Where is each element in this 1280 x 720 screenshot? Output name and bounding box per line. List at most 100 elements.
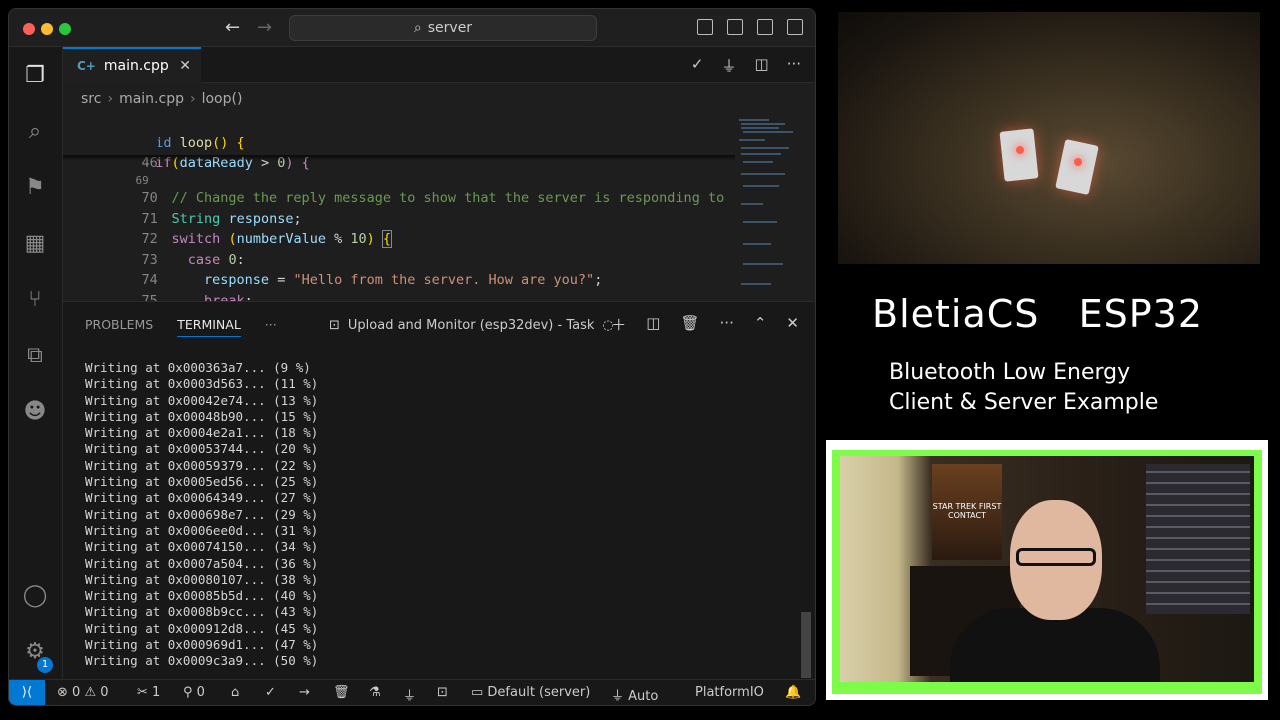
clean-icon[interactable]: 🗑 [333,685,350,700]
terminal-line: Writing at 0x0004e2a1... (18 %) [85,425,319,441]
breadcrumb-folder[interactable]: src [81,91,101,107]
line-75[interactable]: 75 break; [63,271,253,309]
webcam-frame: STAR TREK FIRST CONTACT [826,440,1268,700]
remote-indicator-icon[interactable]: ⟩⟨ [9,680,45,705]
ports-status[interactable]: ⚲ 0 [183,685,205,700]
glasses [1016,548,1096,566]
subtitle-line-2: Client & Server Example [889,390,1159,415]
esp32-board-right [1055,139,1099,195]
home-icon[interactable]: ⌂ [231,685,239,700]
tab-main-cpp[interactable]: C+ main.cpp ✕ [63,47,201,83]
code-editor[interactable]: 44void loop() { 46 if(dataReady > 0) { 6… [63,113,743,309]
maximize-window-button[interactable] [59,23,71,35]
led-right [1074,158,1082,166]
terminal-status-icon[interactable]: ⊡ [437,685,448,700]
build-icon[interactable]: ✓ [265,685,276,700]
build-check-icon[interactable]: ✓ [691,55,704,76]
sticky-scroll-shadow [63,155,743,161]
tab-problems[interactable]: PROBLEMS [85,317,153,337]
video-subtitle: Bluetooth Low Energy Client & Server Exa… [889,358,1158,418]
title-bar: ← → ⌕ server [9,9,815,47]
close-panel-icon[interactable]: ✕ [786,314,799,335]
panel-more-icon[interactable]: ··· [265,317,277,337]
panel-actions: ＋ ◫ 🗑 ··· ⌃ ✕ [611,314,799,335]
command-center-search[interactable]: ⌕ server [289,15,597,41]
settings-badge: 1 [37,657,53,673]
problems-status[interactable]: ⊗ 0 ⚠ 0 [57,685,109,700]
terminal-line: Writing at 0x00074150... (34 %) [85,539,319,555]
bookmark-icon[interactable]: ⚑ [22,175,48,201]
line-72[interactable]: 72 switch (numberValue % 10) { [63,209,393,248]
subtitle-line-1: Bluetooth Low Energy [889,360,1131,385]
tab-label: main.cpp [103,58,169,74]
port-auto-selector[interactable]: ⏚ Auto [611,685,658,704]
toggle-panel-icon[interactable] [727,19,743,35]
terminal-line: Writing at 0x000969d1... (47 %) [85,637,319,653]
device-camera-view [838,12,1260,264]
minimize-window-button[interactable] [41,23,53,35]
tab-terminal[interactable]: TERMINAL [177,317,241,337]
esp32-board-left [999,128,1039,182]
upload-icon[interactable]: → [299,685,310,700]
terminal-line: Writing at 0x00048b90... (15 %) [85,408,319,424]
toggle-sidebar-icon[interactable] [697,19,713,35]
close-window-button[interactable] [23,23,35,35]
more-actions-icon[interactable]: ··· [787,55,801,76]
upload-plug-icon[interactable]: ⏚ [721,55,736,76]
maximize-panel-icon[interactable]: ⌃ [754,314,767,335]
terminal-icon: ⊡ [329,318,340,333]
breadcrumb-symbol[interactable]: loop() [202,91,243,107]
sticky-line-46[interactable]: 46 if(dataReady > 0) { [63,133,310,171]
led-left [1016,146,1024,154]
platformio-status[interactable]: PlatformIO [695,685,764,700]
parts-drawers [1146,464,1250,614]
terminal-line: Writing at 0x000912d8... (45 %) [85,620,319,636]
search-icon[interactable]: ⌕ [22,119,48,145]
terminal-line: Writing at 0x00042e74... (13 %) [85,392,319,408]
back-arrow-icon[interactable]: ← [225,17,240,38]
customize-layout-icon[interactable] [787,19,803,35]
docker-icon[interactable]: ▦ [22,231,48,257]
account-icon[interactable]: ◯ [22,583,48,609]
forward-arrow-icon[interactable]: → [257,17,272,38]
terminal-line: Writing at 0x00053744... (20 %) [85,441,319,457]
new-terminal-icon[interactable]: ＋ [611,314,626,335]
minimap[interactable] [735,113,805,299]
tools-status[interactable]: ✂ 1 [137,685,160,700]
line-74[interactable]: 74 response = "Hello from the server. Ho… [63,250,603,288]
terminal-line: Writing at 0x000363a7... (9 %) [85,360,311,375]
sticky-line-44[interactable]: 44void loop() { [63,113,245,151]
breadcrumb: src › main.cpp › loop() [81,91,242,107]
split-terminal-icon[interactable]: ◫ [646,314,660,335]
panel-more-actions-icon[interactable]: ··· [720,314,734,335]
breadcrumb-file[interactable]: main.cpp [119,91,184,107]
terminal-line: Writing at 0x000698e7... (29 %) [85,506,319,522]
kill-terminal-icon[interactable]: 🗑 [680,314,699,335]
terminal-line: Writing at 0x0003d563... (11 %) [85,376,319,392]
close-tab-icon[interactable]: ✕ [179,58,191,74]
remote-explorer-icon[interactable]: ⧉ [22,343,48,369]
editor-tabs: C+ main.cpp ✕ ✓ ⏚ ◫ ··· [63,47,815,83]
terminal-line: Writing at 0x00059379... (22 %) [85,457,319,473]
task-title-label: Upload and Monitor (esp32dev) - Task [347,318,595,333]
terminal-output[interactable]: Writing at 0x000363a7... (9 %) Writing at… [85,360,318,670]
toggle-secondary-sidebar-icon[interactable] [757,19,773,35]
source-control-icon[interactable]: ⑂ [22,287,48,313]
terminal-line: Writing at 0x00064349... (27 %) [85,490,319,506]
split-editor-icon[interactable]: ◫ [755,55,769,76]
line-73[interactable]: 73 case 0: [63,230,245,268]
platformio-icon[interactable]: ☻ [22,399,48,425]
terminal-scrollbar[interactable] [801,612,811,678]
terminal-task-selector[interactable]: ⊡ Upload and Monitor (esp32dev) - Task ◌ [329,318,614,333]
test-flask-icon[interactable]: ⚗ [369,685,381,700]
notifications-bell-icon[interactable]: 🔔 [785,685,801,700]
terminal-line: Writing at 0x0008b9cc... (43 %) [85,604,319,620]
line-70[interactable]: 70 // Change the reply message to show t… [63,168,725,206]
environment-selector[interactable]: ▭ Default (server) [471,685,590,700]
serial-monitor-icon[interactable]: ⏚ [403,685,416,704]
line-71[interactable]: 71 String response; [63,189,302,227]
explorer-icon[interactable]: ❐ [22,63,48,89]
terminal-line: Writing at 0x0005ed56... (25 %) [85,474,319,490]
webcam-video: STAR TREK FIRST CONTACT [840,456,1254,682]
chevron-right-icon: › [189,91,196,107]
